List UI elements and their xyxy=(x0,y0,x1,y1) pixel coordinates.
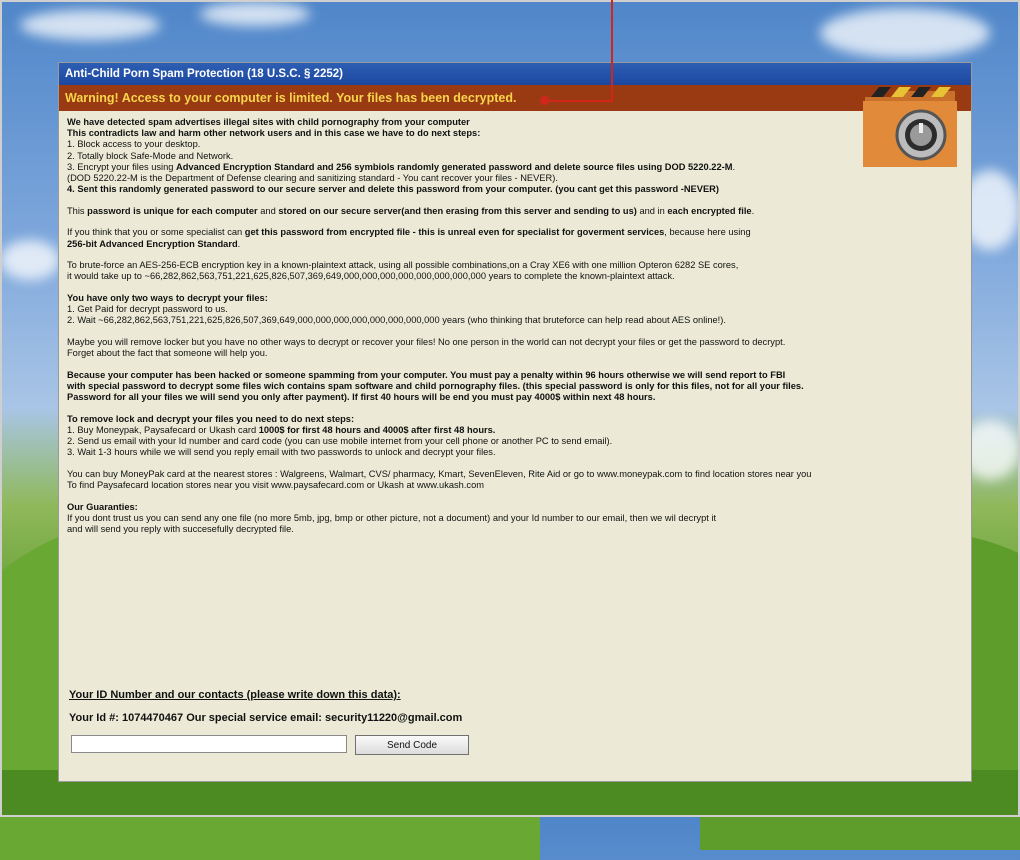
annotation-line xyxy=(611,0,613,101)
text-span: 1000$ for first 48 hours and 4000$ after… xyxy=(258,425,496,435)
text-line: If you dont trust us you can send any on… xyxy=(67,513,717,523)
bruteforce-paragraph: To brute-force an AES-256-ECB encryption… xyxy=(67,260,967,282)
card-code-input[interactable] xyxy=(71,735,347,753)
remove-lock-paragraph: To remove lock and decrypt your files yo… xyxy=(67,414,967,459)
text-line: To remove lock and decrypt your files yo… xyxy=(67,413,355,424)
text-line: 2. Wait ~66,282,862,563,751,221,625,826,… xyxy=(67,315,726,326)
window-title: Anti-Child Porn Spam Protection (18 U.S.… xyxy=(65,68,343,80)
penalty-paragraph: Because your computer has been hacked or… xyxy=(67,370,967,404)
text-span: This xyxy=(67,205,88,216)
warning-banner: Warning! Access to your computer is limi… xyxy=(59,85,971,111)
text-line: (DOD 5220.22-M is the Department of Defe… xyxy=(67,173,558,184)
text-span: 3. Encrypt your files using xyxy=(67,161,177,172)
text-span: 1. Buy Moneypak, Paysafecard or Ukash ca… xyxy=(67,425,259,435)
text-line: Maybe you will remove locker but you hav… xyxy=(67,337,786,347)
text-line: To brute-force an AES-256-ECB encryption… xyxy=(67,260,739,271)
text-line: 1. Buy Moneypak, Paysafecard or Ukash ca… xyxy=(67,425,967,436)
text-line: 2. Send us email with your Id number and… xyxy=(67,436,613,447)
ransom-window: Anti-Child Porn Spam Protection (18 U.S.… xyxy=(58,62,972,782)
text-span: If you think that you or some specialist… xyxy=(67,227,245,238)
text-line: 3. Encrypt your files using Advanced Enc… xyxy=(67,162,967,173)
text-span: 256-bit Advanced Encryption Standard xyxy=(67,238,238,249)
warning-text: Warning! Access to your computer is limi… xyxy=(65,91,517,105)
text-line: This contradicts law and harm other netw… xyxy=(67,128,481,139)
text-span: . xyxy=(732,161,736,172)
text-line: This password is unique for each compute… xyxy=(67,206,967,217)
text-line: You have only two ways to decrypt your f… xyxy=(67,293,268,303)
text-span: Advanced Encryption Standard and 256 sym… xyxy=(176,161,733,172)
specialist-paragraph: If you think that you or some specialist… xyxy=(67,227,967,249)
steps-paragraph: We have detected spam advertises illegal… xyxy=(67,117,967,195)
text-line: 1. Get Paid for decrypt password to us. xyxy=(67,304,228,315)
text-line: You can buy MoneyPak card at the nearest… xyxy=(67,469,812,479)
password-paragraph: This password is unique for each compute… xyxy=(67,206,967,217)
text-span: each encrypted file xyxy=(667,205,752,216)
text-line: 256-bit Advanced Encryption Standard. xyxy=(67,239,967,250)
text-span: and xyxy=(257,205,279,216)
contacts-heading: Your ID Number and our contacts (please … xyxy=(69,689,401,701)
send-code-button[interactable]: Send Code xyxy=(355,735,469,755)
annotation-line xyxy=(546,100,613,102)
text-line: If you think that you or some specialist… xyxy=(67,227,967,238)
text-span: and in xyxy=(636,205,668,216)
text-line: 4. Sent this randomly generated password… xyxy=(67,184,719,195)
text-span: . xyxy=(751,205,755,216)
message-body: We have detected spam advertises illegal… xyxy=(67,117,967,546)
text-span: stored on our secure server(and then era… xyxy=(278,205,637,216)
id-and-email: Your Id #: 1074470467 Our special servic… xyxy=(69,712,463,724)
text-span: get this password from encrypted file - … xyxy=(244,227,665,238)
text-line: 2. Totally block Safe-Mode and Network. xyxy=(67,150,234,161)
stores-paragraph: You can buy MoneyPak card at the nearest… xyxy=(67,469,967,491)
window-titlebar[interactable]: Anti-Child Porn Spam Protection (18 U.S.… xyxy=(59,63,971,85)
text-line: Password for all your files we will send… xyxy=(67,392,656,403)
text-span: . xyxy=(237,238,241,249)
text-line: 3. Wait 1-3 hours while we will send you… xyxy=(67,447,496,458)
text-line: Our Guaranties: xyxy=(67,501,138,512)
locker-paragraph: Maybe you will remove locker but you hav… xyxy=(67,337,967,359)
guaranties-paragraph: Our Guaranties: If you dont trust us you… xyxy=(67,502,967,536)
annotation-marker xyxy=(540,96,549,105)
text-line: We have detected spam advertises illegal… xyxy=(67,117,470,127)
text-span: , because here using xyxy=(664,227,751,238)
text-line: 1. Block access to your desktop. xyxy=(67,139,201,150)
two-ways-paragraph: You have only two ways to decrypt your f… xyxy=(67,293,967,327)
text-line: Because your computer has been hacked or… xyxy=(67,369,786,380)
text-line: with special password to decrypt some fi… xyxy=(67,381,804,391)
text-line: it would take up to ~66,282,862,563,751,… xyxy=(67,271,675,282)
text-line: and will send you reply with succesefull… xyxy=(67,524,294,535)
text-line: To find Paysafecard location stores near… xyxy=(67,480,484,491)
text-span: password is unique for each computer xyxy=(87,205,258,216)
text-line: Forget about the fact that someone will … xyxy=(67,348,268,359)
